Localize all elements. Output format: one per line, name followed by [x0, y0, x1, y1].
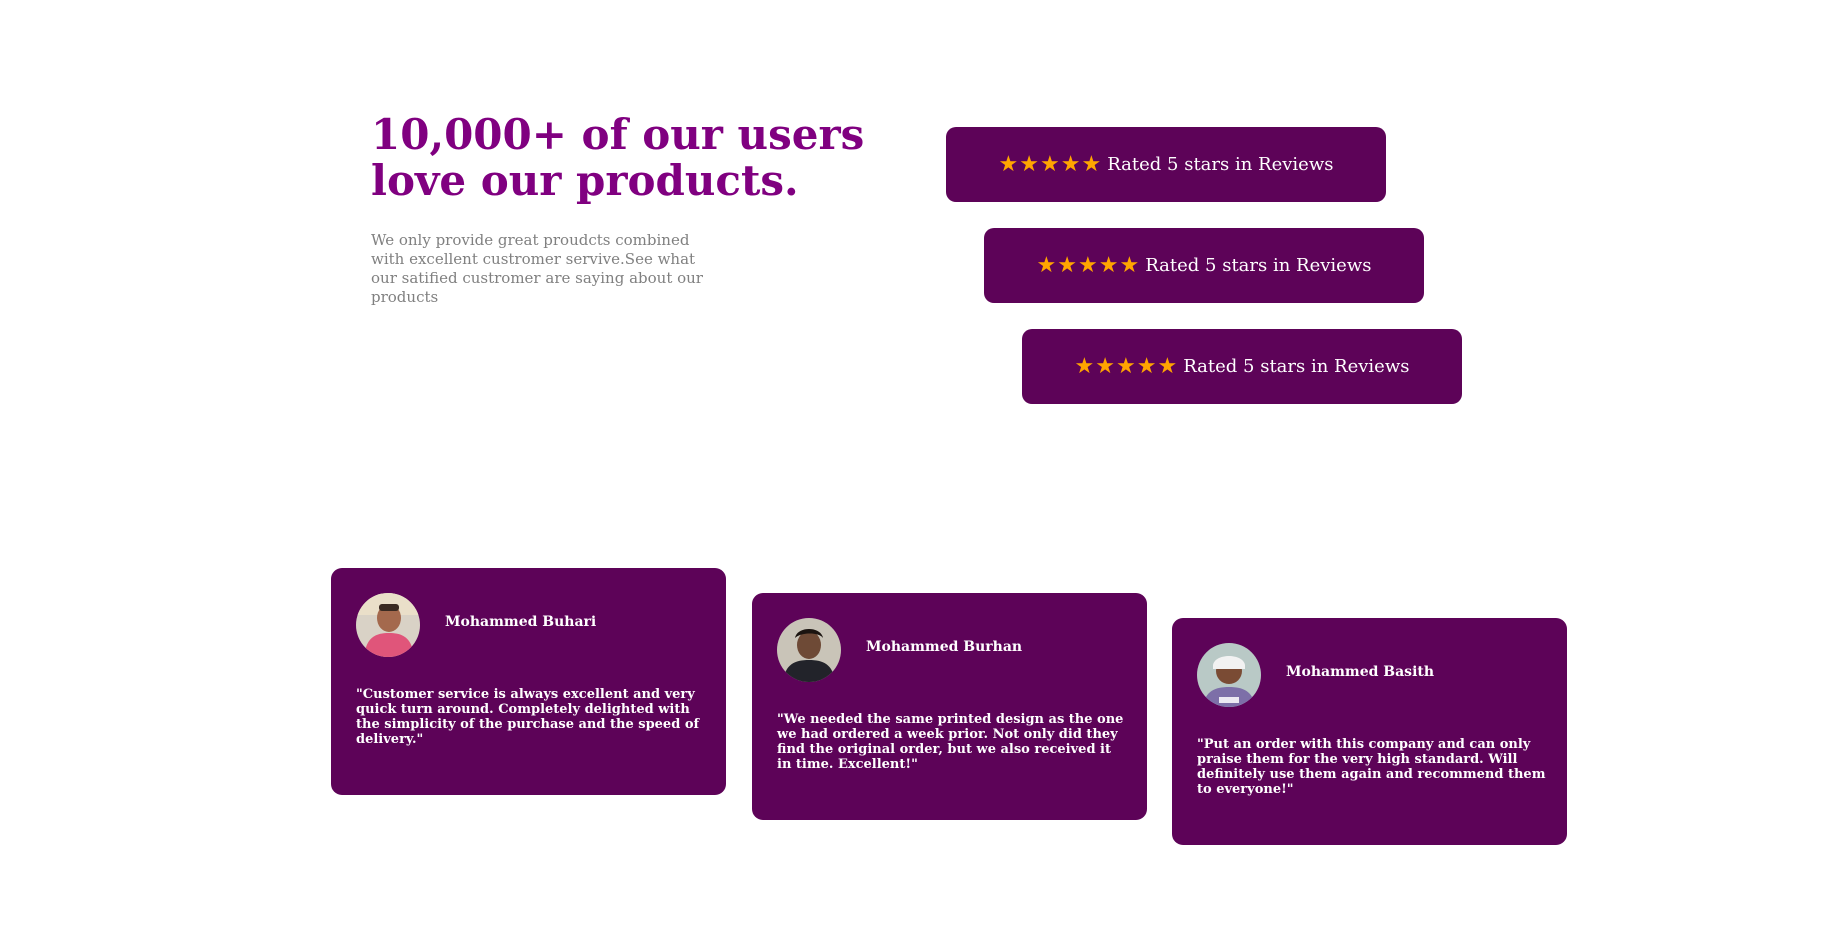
- testimonial-quote: "Customer service is always excellent an…: [356, 687, 700, 747]
- star-rating: ★ ★ ★ ★ ★: [1036, 252, 1140, 278]
- star-icon: ★: [1116, 353, 1136, 379]
- star-icon: ★: [1074, 353, 1095, 379]
- star-icon: ★: [1081, 151, 1102, 177]
- avatar: [1197, 643, 1261, 707]
- star-icon: ★: [1057, 252, 1077, 278]
- page-title: 10,000+ of our users love our products.: [371, 110, 865, 205]
- star-icon: ★: [1095, 353, 1115, 379]
- rating-badge-1: ★ ★ ★ ★ ★ Rated 5 stars in Reviews: [946, 127, 1386, 202]
- testimonial-card-1: Mohammed Buhari "Customer service is alw…: [331, 568, 726, 795]
- rating-label: Rated 5 stars in Reviews: [1145, 255, 1372, 276]
- star-rating: ★ ★ ★ ★ ★: [998, 151, 1102, 177]
- testimonial-card-2: Mohammed Burhan "We needed the same prin…: [752, 593, 1147, 820]
- star-icon: ★: [1019, 151, 1039, 177]
- star-icon: ★: [1157, 353, 1178, 379]
- star-icon: ★: [1078, 252, 1098, 278]
- customer-name: Mohammed Buhari: [445, 614, 597, 630]
- testimonial-quote: "We needed the same printed design as th…: [777, 712, 1124, 772]
- rating-badge-3: ★ ★ ★ ★ ★ Rated 5 stars in Reviews: [1022, 329, 1462, 404]
- star-icon: ★: [1060, 151, 1081, 177]
- rating-badge-2: ★ ★ ★ ★ ★ Rated 5 stars in Reviews: [984, 228, 1424, 303]
- rating-label: Rated 5 stars in Reviews: [1107, 154, 1334, 175]
- star-icon: ★: [1119, 252, 1140, 278]
- avatar: [356, 593, 420, 657]
- star-rating: ★ ★ ★ ★ ★: [1074, 353, 1178, 379]
- rating-label: Rated 5 stars in Reviews: [1183, 356, 1410, 377]
- testimonial-card-3: Mohammed Basith "Put an order with this …: [1172, 618, 1567, 845]
- testimonial-quote: "Put an order with this company and can …: [1197, 737, 1546, 797]
- avatar: [777, 618, 841, 682]
- star-icon: ★: [1098, 252, 1119, 278]
- customer-name: Mohammed Basith: [1286, 664, 1435, 680]
- testimonials-section: 10,000+ of our users love our products. …: [0, 0, 1840, 927]
- customer-name: Mohammed Burhan: [866, 639, 1023, 655]
- star-icon: ★: [998, 151, 1019, 177]
- star-icon: ★: [1036, 252, 1057, 278]
- star-icon: ★: [1136, 353, 1157, 379]
- intro-text: We only provide great proudcts combined …: [371, 231, 703, 306]
- star-icon: ★: [1040, 151, 1060, 177]
